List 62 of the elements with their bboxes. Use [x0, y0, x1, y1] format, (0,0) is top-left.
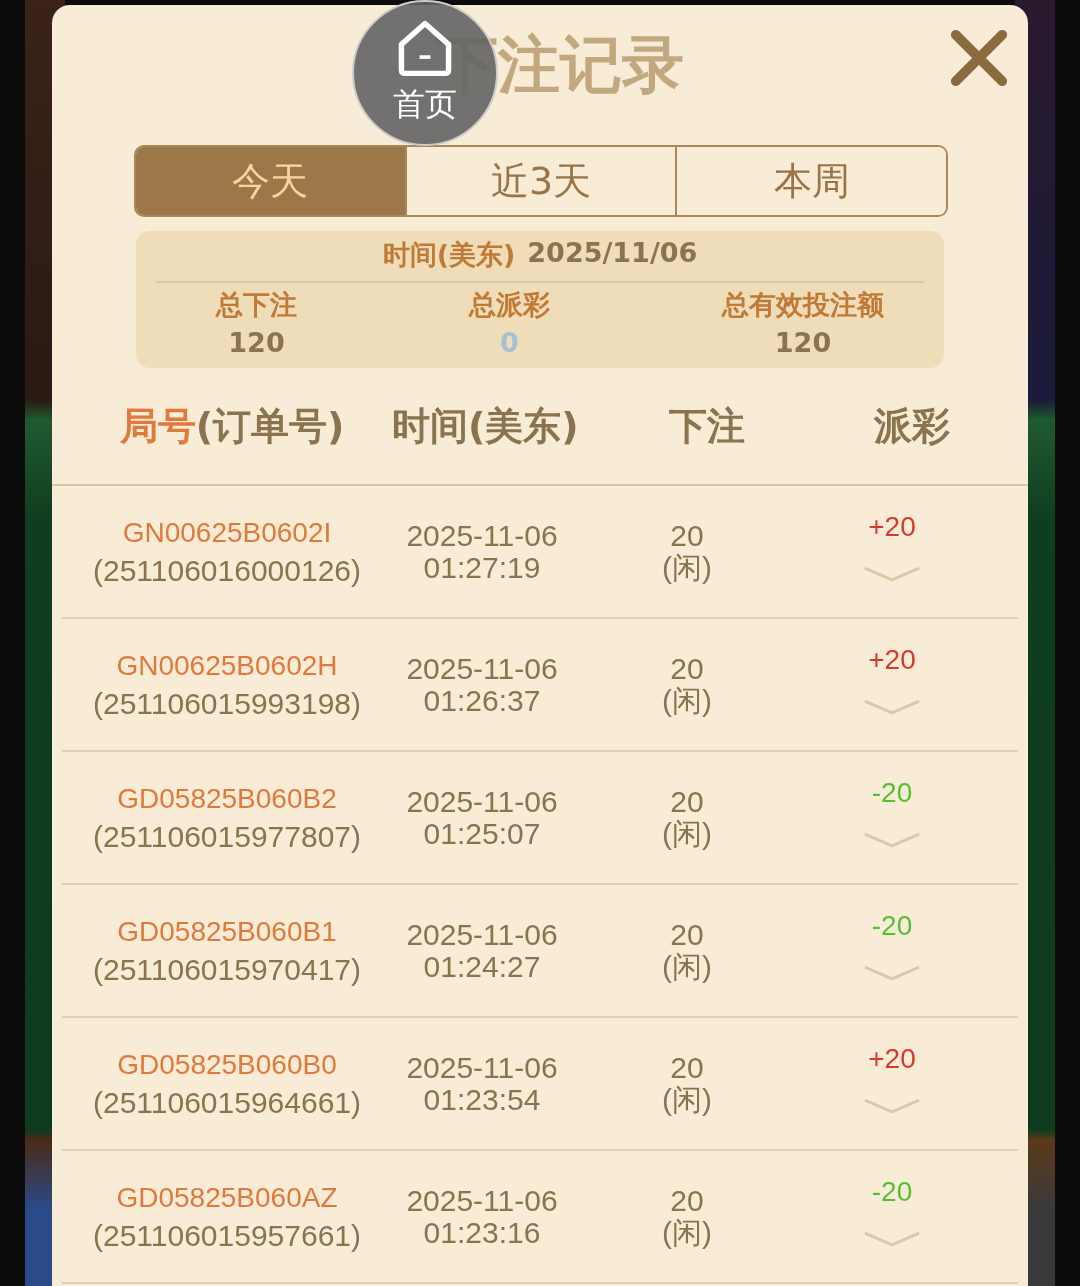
stat-value: 120 — [774, 327, 832, 358]
bet-amount: 20 — [670, 919, 704, 951]
round-number: GD05825B060B0 — [117, 1048, 337, 1081]
bet-date: 2025-11-06 — [406, 786, 558, 818]
bet-amount: 20 — [670, 786, 704, 818]
bet-amount: 20 — [670, 653, 704, 685]
stat-label: 总下注 — [216, 288, 297, 322]
chevron-icon[interactable] — [863, 1229, 921, 1248]
column-header: 局号(订单号) — [118, 402, 346, 450]
column-header: 下注 — [668, 402, 746, 450]
stat-label: 总派彩 — [469, 288, 550, 322]
close-icon[interactable] — [948, 27, 1010, 89]
bet-date: 2025-11-06 — [406, 1185, 558, 1217]
order-number: (251106016000126) — [93, 554, 361, 587]
payout-amount: +20 — [868, 1042, 916, 1075]
bet-time: 01:27:19 — [423, 551, 541, 583]
order-number: (251106015970417) — [93, 953, 361, 986]
payout-amount: -20 — [871, 776, 913, 809]
order-number: (251106015993198) — [93, 687, 361, 720]
bet-side: (闲) — [662, 817, 712, 849]
bet-side: (闲) — [662, 551, 712, 583]
bet-time: 01:26:37 — [423, 684, 541, 716]
order-number: (251106015977807) — [93, 820, 361, 853]
round-number: GD05825B060B2 — [117, 782, 337, 815]
order-number: (251106015957661) — [93, 1219, 361, 1252]
payout-amount: +20 — [868, 643, 916, 676]
round-number: GN00625B0602I — [122, 516, 332, 549]
bet-side: (闲) — [662, 1083, 712, 1115]
order-number: (251106015964661) — [93, 1086, 361, 1119]
bet-amount: 20 — [670, 1052, 704, 1084]
bet-time: 01:25:07 — [423, 817, 541, 849]
round-number: GN00625B0602H — [116, 649, 338, 682]
bet-date: 2025-11-06 — [406, 1052, 558, 1084]
date-tab[interactable]: 今天 — [136, 147, 405, 215]
bet-side: (闲) — [662, 950, 712, 982]
bet-date: 2025-11-06 — [406, 653, 558, 685]
payout-amount: +20 — [868, 510, 916, 543]
date-value: 2025/11/06 — [527, 237, 698, 270]
bet-time: 01:23:16 — [423, 1216, 541, 1248]
bet-side: (闲) — [662, 684, 712, 716]
column-header: 派彩 — [873, 402, 951, 450]
round-number: GD05825B060B1 — [117, 915, 337, 948]
date-tab[interactable]: 本周 — [675, 147, 946, 215]
chevron-icon[interactable] — [863, 963, 921, 982]
bet-date: 2025-11-06 — [406, 520, 558, 552]
bet-amount: 20 — [670, 520, 704, 552]
date-label: 时间(美东) — [382, 238, 516, 272]
stat-value: 0 — [500, 327, 519, 358]
chevron-icon[interactable] — [863, 564, 921, 583]
bet-date: 2025-11-06 — [406, 919, 558, 951]
bet-amount: 20 — [670, 1185, 704, 1217]
round-number: GD05825B060AZ — [116, 1181, 338, 1214]
bet-time: 01:23:54 — [423, 1083, 541, 1115]
payout-amount: -20 — [871, 909, 913, 942]
stat-value: 120 — [228, 327, 285, 358]
payout-amount: -20 — [871, 1175, 913, 1208]
bet-time: 01:24:27 — [423, 950, 541, 982]
chevron-icon[interactable] — [863, 697, 921, 716]
chevron-icon[interactable] — [863, 1096, 921, 1115]
stat-label: 总有效投注额 — [722, 288, 884, 322]
chevron-icon[interactable] — [863, 830, 921, 849]
bet-side: (闲) — [662, 1216, 712, 1248]
